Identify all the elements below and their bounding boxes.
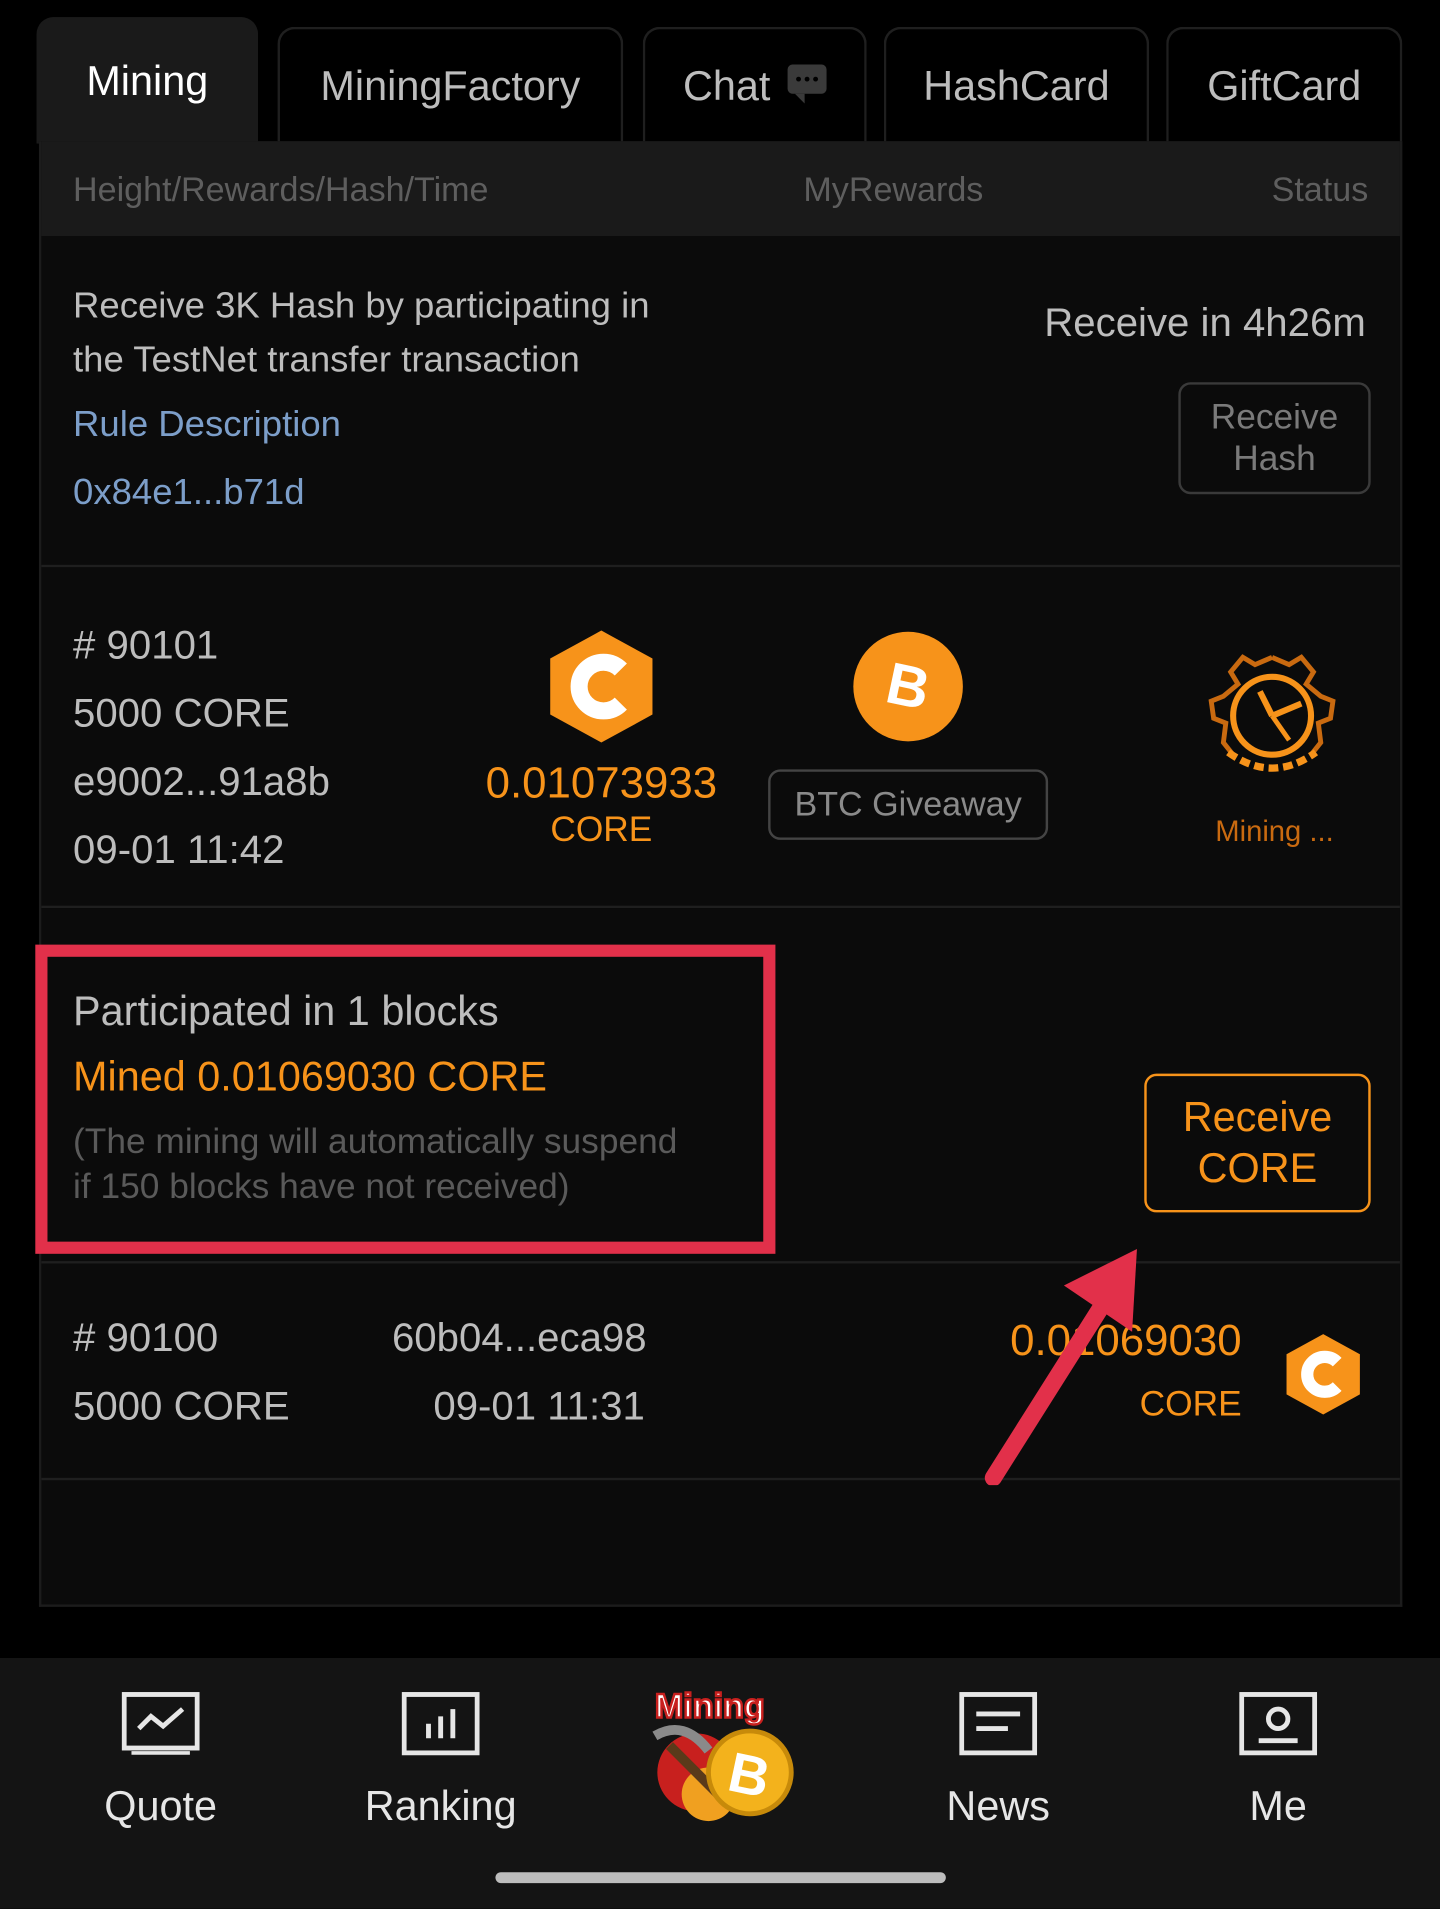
nav-ranking-label: Ranking	[364, 1783, 517, 1830]
my-reward-unit: CORE	[550, 810, 653, 850]
receive-core-button-line1: Receive	[1182, 1094, 1333, 1141]
tab-mining-factory-label: MiningFactory	[320, 62, 581, 109]
receive-hash-button[interactable]: Receive Hash	[1178, 382, 1371, 495]
home-indicator[interactable]	[495, 1872, 946, 1884]
promo-text-line2: the TestNet transfer transaction	[73, 339, 580, 380]
btc-giveaway-button[interactable]: BTC Giveaway	[768, 769, 1049, 840]
tab-mining-label: Mining	[86, 57, 209, 105]
chart-line-icon	[121, 1692, 200, 1755]
past-block-reward: 5000 CORE	[73, 1382, 290, 1428]
header-height-rewards: Height/Rewards/Hash/Time	[73, 170, 489, 209]
tab-mining-factory[interactable]: MiningFactory	[277, 26, 624, 144]
receive-core-button[interactable]: Receive CORE	[1144, 1073, 1371, 1213]
receive-countdown: Receive in 4h26m	[1044, 299, 1366, 345]
receive-core-button-line2: CORE	[1197, 1145, 1318, 1192]
tab-bar: Mining MiningFactory Chat HashCard GiftC…	[36, 17, 1403, 144]
promo-row: Receive 3K Hash by participating in the …	[41, 236, 1400, 568]
tab-giftcard-label: GiftCard	[1207, 62, 1362, 109]
promo-address[interactable]: 0x84e1...b71d	[73, 472, 304, 513]
my-reward-amount: 0.01073933	[485, 757, 718, 808]
receive-hash-button-line1: Receive	[1210, 398, 1339, 438]
nav-ranking[interactable]: Ranking	[343, 1692, 538, 1831]
tab-chat[interactable]: Chat	[642, 26, 867, 144]
block-height: # 90101	[73, 622, 219, 668]
tab-giftcard[interactable]: GiftCard	[1166, 26, 1403, 144]
promo-text-line1: Receive 3K Hash by participating in	[73, 286, 650, 327]
nav-quote[interactable]: Quote	[63, 1692, 258, 1831]
receive-hash-button-line2: Hash	[1233, 439, 1316, 479]
highlight-box	[35, 944, 776, 1254]
past-block-height: # 90100	[73, 1314, 219, 1360]
block-hash[interactable]: e9002...91a8b	[73, 747, 330, 815]
nav-mining-badge: Mining	[654, 1686, 766, 1726]
mining-clock-icon	[1208, 654, 1336, 772]
tab-chat-label: Chat	[683, 62, 771, 109]
block-reward: 5000 CORE	[73, 690, 290, 736]
bar-chart-icon	[401, 1692, 480, 1756]
mining-status: Mining ...	[1215, 815, 1334, 849]
table-header: Height/Rewards/Hash/Time MyRewards Statu…	[41, 141, 1400, 237]
nav-news[interactable]: News	[901, 1692, 1096, 1831]
promo-text: Receive 3K Hash by participating in the …	[73, 280, 650, 387]
rule-description-link[interactable]: Rule Description	[73, 404, 341, 445]
nav-me[interactable]: Me	[1181, 1692, 1376, 1831]
tab-hashcard[interactable]: HashCard	[883, 26, 1150, 144]
core-coin-icon	[550, 630, 653, 743]
news-icon	[959, 1692, 1038, 1756]
nav-quote-label: Quote	[104, 1783, 218, 1830]
nav-me-label: Me	[1249, 1783, 1307, 1830]
profile-icon	[1239, 1692, 1318, 1756]
tab-mining[interactable]: Mining	[36, 17, 259, 144]
core-coin-icon	[1286, 1334, 1360, 1415]
chat-bubble-icon	[787, 64, 827, 104]
btc-giveaway-label: BTC Giveaway	[794, 785, 1022, 823]
header-my-rewards: MyRewards	[803, 170, 984, 209]
bitcoin-icon: B	[853, 631, 963, 742]
past-block-time: 09-01 11:31	[433, 1382, 645, 1428]
tab-hashcard-label: HashCard	[923, 62, 1110, 109]
nav-news-label: News	[946, 1783, 1050, 1830]
header-status: Status	[1271, 170, 1369, 209]
nav-mining[interactable]: B Mining	[648, 1686, 801, 1828]
past-block-hash[interactable]: 60b04...eca98	[392, 1315, 647, 1361]
current-block-info: # 90101 5000 CORE e9002...91a8b 09-01 11…	[73, 611, 330, 884]
past-block-row: # 90100 5000 CORE 60b04...eca98 09-01 11…	[41, 1263, 1400, 1481]
bottom-nav: Quote Ranking B Mining News Me	[0, 1657, 1440, 1909]
current-block-row: # 90101 5000 CORE e9002...91a8b 09-01 11…	[41, 567, 1400, 909]
red-arrow-annotation	[984, 1248, 1137, 1486]
block-time: 09-01 11:42	[73, 826, 285, 872]
mining-table: Height/Rewards/Hash/Time MyRewards Statu…	[38, 141, 1403, 1607]
